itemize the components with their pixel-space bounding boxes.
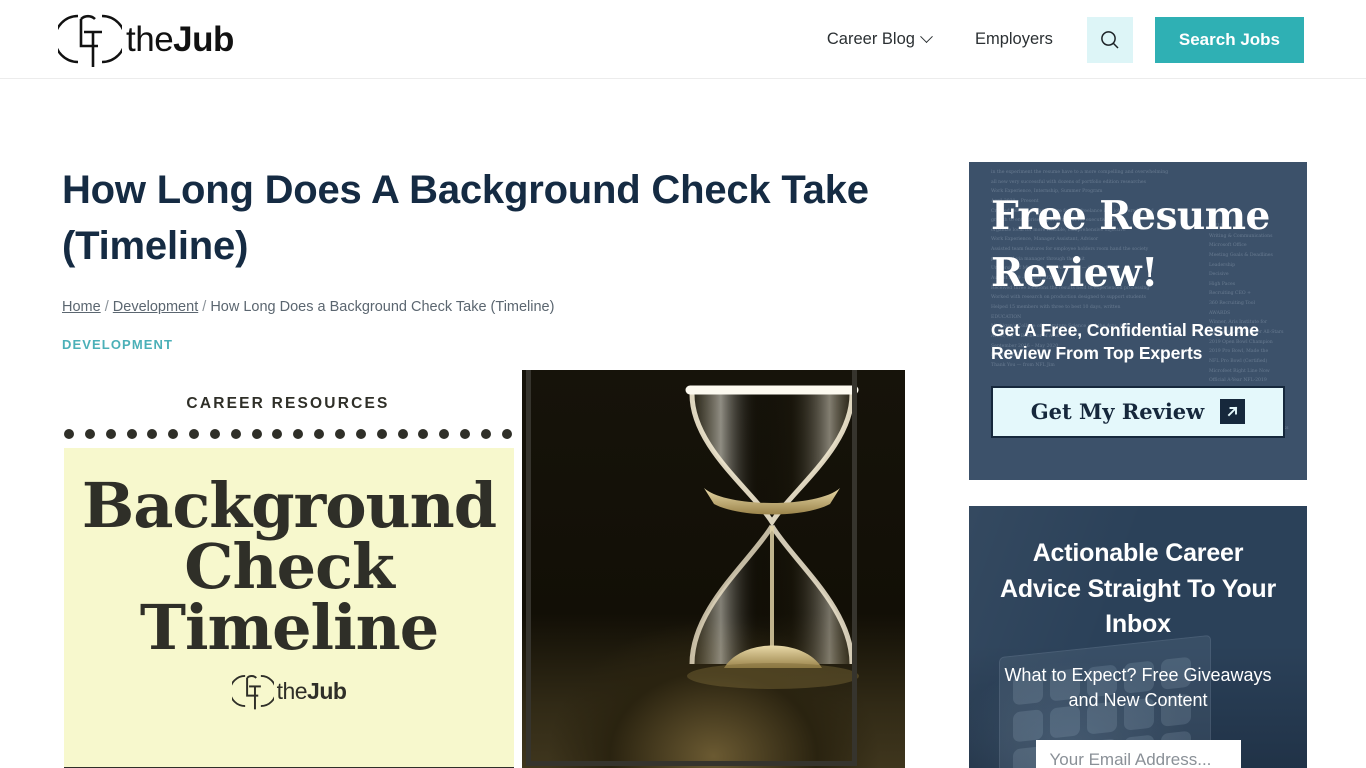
category-label[interactable]: DEVELOPMENT — [62, 337, 905, 352]
featured-image: CAREER RESOURCES Background Check Timeli… — [62, 370, 905, 768]
lt-monogram-icon — [231, 675, 274, 710]
hourglass-icon — [685, 385, 859, 689]
logo-word-jub: Jub — [173, 19, 234, 59]
newsletter-headline: Actionable Career Advice Straight To You… — [1000, 539, 1276, 638]
featured-headline: Background Check Timeline — [64, 475, 514, 659]
featured-kicker: CAREER RESOURCES — [186, 395, 390, 412]
resume-ad-headline-line1: Free Resume — [991, 193, 1270, 239]
breadcrumb: Home / Development / How Long Does a Bac… — [62, 299, 905, 315]
featured-photo — [514, 370, 905, 768]
search-toggle-button[interactable] — [1086, 16, 1133, 63]
get-my-review-label: Get My Review — [1030, 399, 1205, 425]
logo-wordmark: theJub — [126, 22, 234, 57]
email-field[interactable] — [1035, 739, 1241, 768]
nav-item-career-blog[interactable]: Career Blog — [805, 30, 953, 49]
primary-navigation: Career Blog Employers Search Jobs — [805, 0, 1304, 79]
featured-brand-logo: theJub — [64, 672, 514, 710]
breadcrumb-separator: / — [104, 299, 109, 315]
featured-brand-the: the — [276, 677, 308, 704]
breadcrumb-separator: / — [202, 299, 207, 315]
page-title: How Long Does A Background Check Take (T… — [62, 168, 869, 268]
nav-item-employers[interactable]: Employers — [953, 30, 1075, 49]
sidebar: in the experiment the resume have to a m… — [969, 79, 1307, 768]
search-jobs-button[interactable]: Search Jobs — [1154, 16, 1304, 63]
resume-review-ad[interactable]: in the experiment the resume have to a m… — [969, 162, 1307, 480]
nav-item-employers-label: Employers — [974, 30, 1053, 48]
breadcrumb-item-home[interactable]: Home — [62, 299, 101, 315]
featured-headline-line3: Timeline — [139, 590, 439, 664]
dot-divider — [62, 413, 514, 439]
page-body: How Long Does A Background Check Take (T… — [0, 79, 1366, 768]
resume-ad-subhead: Get A Free, Confidential Resume Review F… — [991, 320, 1259, 364]
external-arrow-icon — [1220, 399, 1246, 425]
resume-ad-headline-line2: Review! — [991, 249, 1158, 296]
featured-brand-jub: Jub — [307, 677, 347, 704]
main-content: How Long Does A Background Check Take (T… — [62, 79, 905, 768]
newsletter-subtext: What to Expect? Free Giveaways and New C… — [1004, 664, 1272, 711]
resume-ad-headline: Free Resume Review! — [991, 188, 1285, 301]
featured-brand-wordmark: theJub — [276, 677, 347, 704]
newsletter-signup: Actionable Career Advice Straight To You… — [969, 506, 1307, 768]
search-icon — [1101, 30, 1119, 49]
hourglass-photo — [522, 370, 905, 768]
logo-word-the: the — [126, 19, 174, 59]
get-my-review-button[interactable]: Get My Review — [991, 385, 1285, 438]
lt-monogram-icon — [58, 14, 122, 67]
breadcrumb-item-development[interactable]: Development — [113, 299, 198, 315]
site-header: theJub Career Blog Employers Search Jobs — [0, 0, 1366, 79]
nav-item-career-blog-label: Career Blog — [826, 30, 915, 48]
chevron-down-icon — [920, 30, 933, 44]
breadcrumb-item-current: How Long Does a Background Check Take (T… — [210, 299, 555, 315]
featured-graphic-panel: CAREER RESOURCES Background Check Timeli… — [62, 370, 522, 768]
featured-yellow-panel: Background Check Timeline theJub — [64, 448, 522, 768]
site-logo[interactable]: theJub — [58, 10, 234, 68]
